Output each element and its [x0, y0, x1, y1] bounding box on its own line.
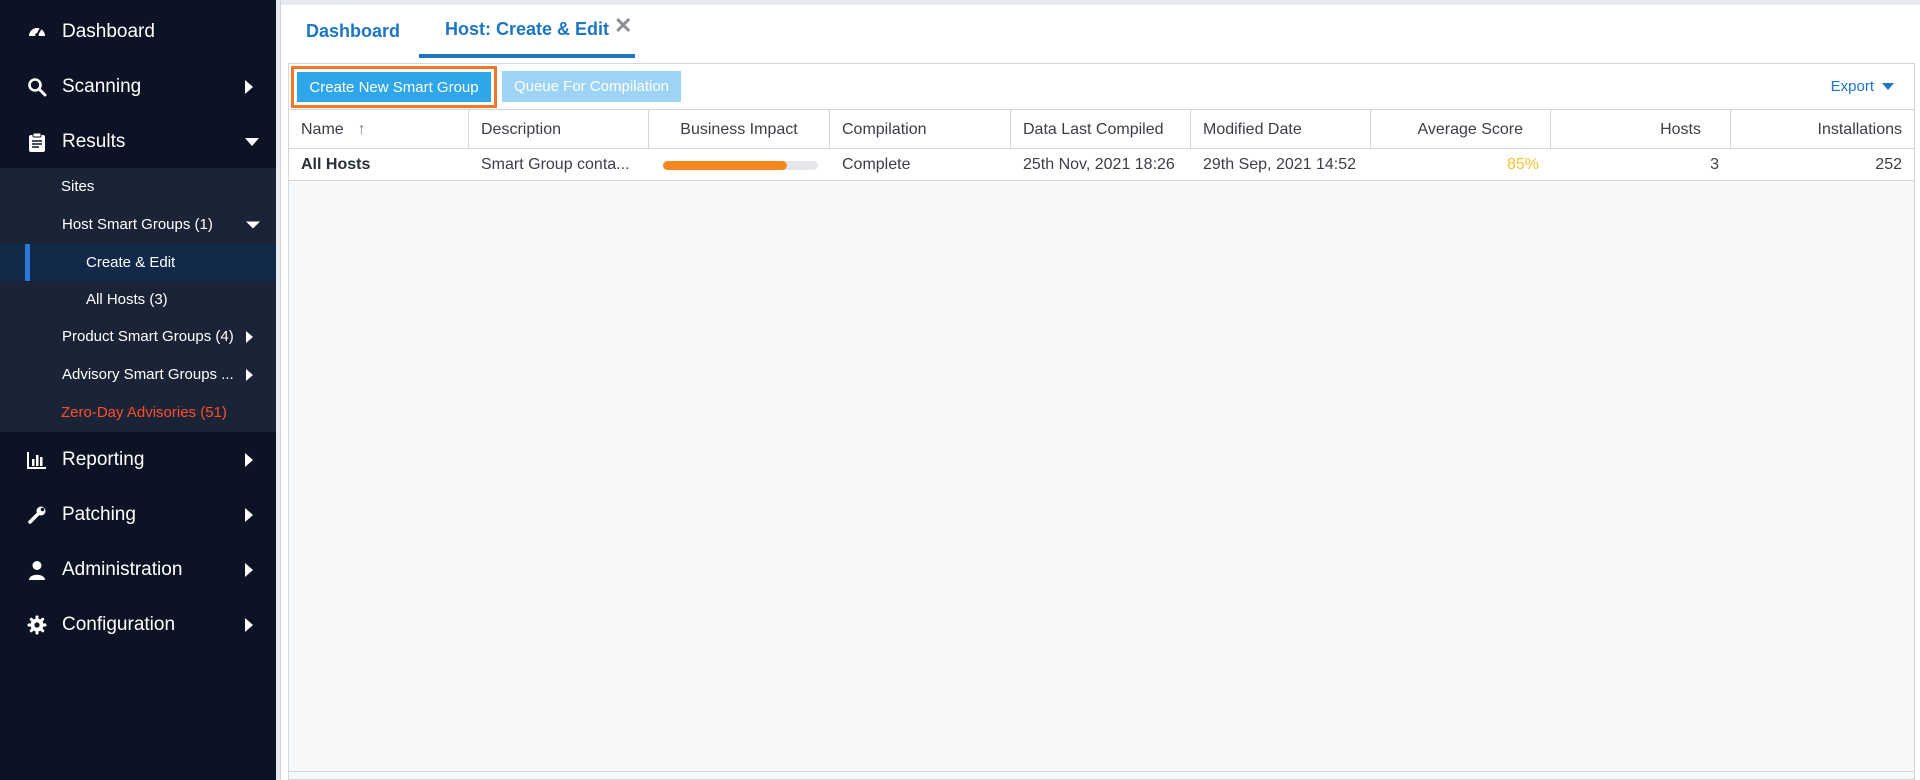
sidebar-item-host-smart-groups[interactable]: Host Smart Groups (1)	[0, 206, 276, 243]
column-label: Business Impact	[680, 120, 798, 138]
chevron-right-icon	[245, 79, 253, 94]
column-label: Compilation	[842, 120, 927, 138]
sidebar-item-label: Create & Edit	[86, 254, 176, 271]
column-header-modified-date[interactable]: Modified Date	[1191, 110, 1371, 149]
sidebar-item-administration[interactable]: Administration	[0, 542, 276, 597]
cell-compilation: Complete	[842, 156, 911, 173]
create-new-smart-group-button[interactable]: Create New Smart Group	[297, 72, 491, 102]
close-icon[interactable]: ✕	[614, 13, 632, 39]
sidebar-item-label: Administration	[62, 558, 183, 580]
cell-hosts: 3	[1710, 156, 1719, 173]
tab-dashboard[interactable]: Dashboard	[306, 5, 400, 58]
tab-label: Dashboard	[306, 21, 401, 41]
sidebar-item-sites[interactable]: Sites	[0, 168, 276, 205]
cell-installations: 252	[1875, 156, 1902, 173]
column-header-business-impact[interactable]: Business Impact	[649, 110, 830, 149]
sidebar-item-all-hosts[interactable]: All Hosts (3)	[0, 281, 276, 318]
chevron-right-icon	[246, 368, 253, 381]
column-label: Modified Date	[1203, 120, 1302, 138]
column-header-data-last-compiled[interactable]: Data Last Compiled	[1011, 110, 1191, 149]
sidebar-item-label: Reporting	[62, 448, 145, 470]
clipboard-icon	[26, 131, 48, 153]
column-label: Installations	[1817, 120, 1903, 138]
sidebar-item-label: Sites	[61, 178, 95, 195]
sidebar-item-zero-day-advisories[interactable]: Zero-Day Advisories (51)	[0, 394, 276, 431]
business-impact-fill	[663, 161, 787, 170]
create-button-highlight: Create New Smart Group	[291, 66, 497, 108]
grid-header: Name ↑ Description Business Impact Compi…	[289, 110, 1914, 149]
business-impact-bar	[663, 161, 818, 170]
chevron-down-icon	[245, 137, 259, 146]
search-icon	[26, 76, 48, 98]
bar-chart-icon	[26, 449, 48, 471]
app-window: Dashboard Scanning Results Sites Host Sm…	[0, 0, 1920, 780]
sidebar-item-create-edit[interactable]: Create & Edit	[0, 244, 276, 281]
smart-group-panel: Create New Smart Group Queue For Compila…	[288, 63, 1915, 780]
sidebar-item-label: Configuration	[62, 613, 176, 635]
sidebar-item-patching[interactable]: Patching	[0, 487, 276, 542]
column-header-installations[interactable]: Installations	[1731, 110, 1914, 149]
cell-modified-date: 29th Sep, 2021 14:52	[1203, 156, 1357, 173]
cell-average-score: 85%	[1506, 156, 1539, 173]
grid-footer	[289, 771, 1914, 779]
tab-host-create-edit[interactable]: Host: Create & Edit	[419, 5, 635, 58]
export-label: Export	[1830, 78, 1874, 95]
chevron-right-icon	[245, 452, 253, 467]
wrench-icon	[26, 504, 48, 526]
cell-business-impact	[649, 149, 830, 181]
chevron-down-icon	[246, 221, 260, 228]
sidebar-item-reporting[interactable]: Reporting	[0, 432, 276, 487]
sidebar-item-label: Product Smart Groups (4)	[62, 328, 234, 345]
cell-description: Smart Group conta...	[481, 156, 630, 173]
results-submenu: Sites Host Smart Groups (1) Create & Edi…	[0, 168, 276, 432]
main-content: Dashboard Host: Create & Edit ✕ Create N…	[281, 0, 1920, 780]
gauge-icon	[26, 21, 48, 43]
chevron-right-icon	[245, 617, 253, 632]
chevron-right-icon	[245, 507, 253, 522]
column-label: Hosts	[1660, 120, 1701, 138]
column-header-description[interactable]: Description	[469, 110, 649, 149]
sidebar-item-label: Host Smart Groups (1)	[62, 216, 213, 233]
sidebar-item-advisory-smart-groups[interactable]: Advisory Smart Groups ...	[0, 356, 276, 393]
sidebar-item-label: All Hosts (3)	[86, 291, 168, 308]
queue-for-compilation-button: Queue For Compilation	[502, 71, 681, 102]
gear-icon	[26, 614, 48, 636]
user-icon	[26, 559, 48, 581]
sidebar-item-label: Scanning	[62, 75, 142, 97]
caret-down-icon	[1882, 83, 1894, 90]
export-button[interactable]: Export	[1831, 78, 1894, 95]
cell-name: All Hosts	[301, 156, 371, 173]
column-header-compilation[interactable]: Compilation	[830, 110, 1011, 149]
sidebar-item-dashboard[interactable]: Dashboard	[0, 4, 276, 59]
chevron-right-icon	[246, 330, 253, 343]
sidebar-item-configuration[interactable]: Configuration	[0, 597, 276, 652]
column-header-average-score[interactable]: Average Score	[1371, 110, 1551, 149]
column-label: Description	[481, 120, 562, 138]
tab-label: Host: Create & Edit	[444, 19, 610, 39]
sidebar-item-scanning[interactable]: Scanning	[0, 59, 276, 114]
sidebar: Dashboard Scanning Results Sites Host Sm…	[0, 0, 276, 780]
tab-bar: Dashboard Host: Create & Edit ✕	[281, 5, 1920, 60]
sidebar-item-label: Patching	[62, 503, 136, 525]
cell-data-last-compiled: 25th Nov, 2021 18:26	[1023, 156, 1175, 173]
sidebar-item-label: Zero-Day Advisories (51)	[61, 404, 227, 421]
column-label: Name	[301, 120, 344, 138]
sort-ascending-icon: ↑	[357, 120, 366, 138]
sidebar-item-label: Advisory Smart Groups ...	[62, 366, 234, 383]
column-header-hosts[interactable]: Hosts	[1551, 110, 1731, 149]
column-header-name[interactable]: Name ↑	[289, 110, 469, 149]
column-label: Data Last Compiled	[1023, 120, 1164, 138]
sidebar-item-results[interactable]: Results	[0, 114, 276, 169]
sidebar-item-product-smart-groups[interactable]: Product Smart Groups (4)	[0, 318, 276, 355]
table-row[interactable]: All Hosts Smart Group conta... Complete …	[289, 149, 1914, 181]
sidebar-item-label: Dashboard	[62, 20, 155, 42]
sidebar-item-label: Results	[62, 130, 126, 152]
chevron-right-icon	[245, 562, 253, 577]
column-label: Average Score	[1417, 120, 1523, 138]
toolbar: Create New Smart Group Queue For Compila…	[289, 64, 1914, 110]
